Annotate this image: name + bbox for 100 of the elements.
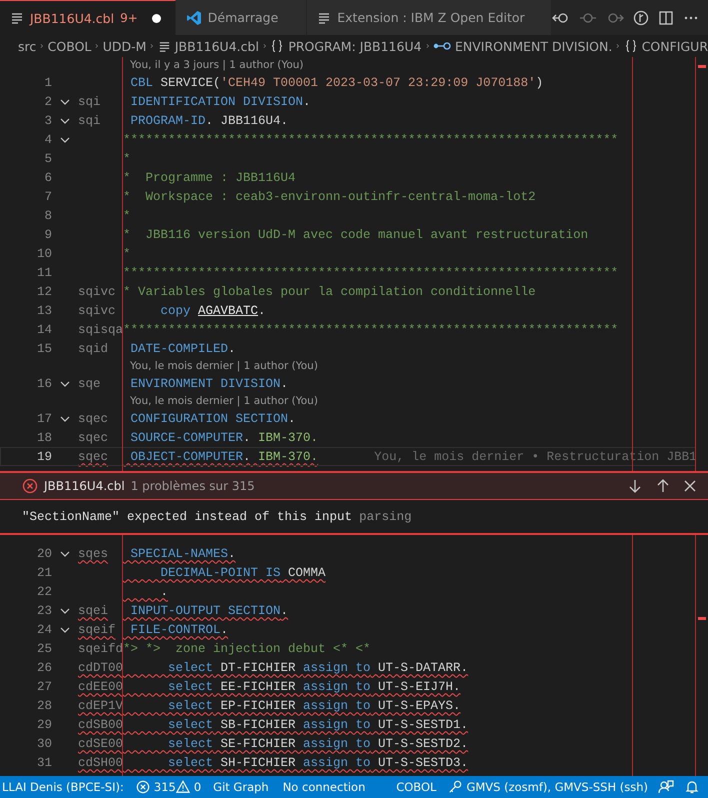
sequence-number: cdDT00 <box>78 660 123 674</box>
code-line: * <box>123 152 131 166</box>
code-line: ****************************************************************** <box>123 132 618 146</box>
line-number: 7 <box>43 190 52 204</box>
code-line: select DT-FICHIER assign to UT-S-DATARR. <box>167 660 468 674</box>
line-number: 5 <box>43 152 52 166</box>
code-line: PROGRAM-ID. JBB116U4. <box>130 114 288 128</box>
sequence-number: sqec <box>78 412 110 426</box>
problem-count: 9+ <box>120 11 138 25</box>
sequence-number: sqivc <box>78 284 117 298</box>
code-line: ****************************************************************** <box>123 266 618 280</box>
code-line: OBJECT-COMPUTER. IBM-370. <box>130 450 318 464</box>
breadcrumb-item[interactable]: PROGRAM: JBB116U4 <box>270 38 422 54</box>
code-line: SOURCE-COMPUTER. IBM-370. <box>130 430 318 444</box>
line-number: 13 <box>36 304 52 318</box>
sequence-number: sqec <box>78 450 110 464</box>
blame-codelens[interactable]: You, le mois dernier | 1 author (You) <box>130 395 318 407</box>
code-line: ****************************************************************** <box>123 322 618 336</box>
sequence-number: sqei <box>78 604 110 618</box>
code-line: . <box>160 584 168 598</box>
breadcrumb-item[interactable]: COBOL <box>48 38 92 54</box>
line-number: 26 <box>36 660 52 674</box>
line-number: 16 <box>36 376 52 390</box>
line-number: 6 <box>43 170 52 184</box>
line-number: 4 <box>43 132 52 146</box>
line-number: 12 <box>36 284 52 298</box>
code-line: FILE-CONTROL. <box>130 622 228 636</box>
line-number: 29 <box>36 718 52 732</box>
file-name: JBB116U4.cbl <box>44 479 125 493</box>
line-number: 2 <box>43 94 52 108</box>
status-item[interactable]: Git Graph <box>211 780 271 794</box>
problem-count: 1 problèmes sur 315 <box>130 479 255 493</box>
line-number: 30 <box>36 736 52 750</box>
code-line: * Variables globales pour la compilation conditionnelle <box>123 284 536 298</box>
line-number: 20 <box>36 546 52 560</box>
editor-tab[interactable]: JBB116U4.cbl 9+ <box>0 0 176 35</box>
code-line: select EE-FICHIER assign to UT-S-EIJ7H. <box>167 680 461 694</box>
line-number: 17 <box>36 412 52 426</box>
line-number: 23 <box>36 604 52 618</box>
sequence-number: sqec <box>78 430 110 444</box>
sequence-number: sqid <box>78 342 110 356</box>
code-line: ENVIRONMENT DIVISION. <box>130 376 288 390</box>
sequence-number: cdSH00 <box>78 756 123 770</box>
code-line: CONFIGURATION SECTION. <box>130 412 296 426</box>
sequence-number: sqes <box>78 546 110 560</box>
warning-count[interactable]: 0 <box>194 780 202 794</box>
line-number: 22 <box>36 584 52 598</box>
editor-tab[interactable]: Démarrage <box>176 0 308 35</box>
sequence-number: cdEE00 <box>78 680 123 694</box>
breadcrumb-item[interactable]: JBB116U4.cbl <box>158 38 259 54</box>
sequence-number: cdEP1V <box>78 698 123 712</box>
line-number: 31 <box>36 756 52 770</box>
blame-codelens[interactable]: You, il y a 3 jours | 1 author (You) <box>130 59 304 71</box>
code-line: * Programme : JBB116U4 <box>123 170 296 184</box>
line-number: 25 <box>36 642 52 656</box>
code-line: select SH-FICHIER assign to UT-S-SESTD3. <box>167 756 468 770</box>
line-number: 11 <box>36 266 52 280</box>
sequence-number: sqeifd <box>78 642 123 656</box>
line-number: 15 <box>36 342 52 356</box>
breadcrumb-item[interactable]: UDD-M <box>102 38 146 54</box>
code-line: copy AGAVBATC. <box>160 304 266 318</box>
line-number: 3 <box>43 114 52 128</box>
status-item[interactable]: LLAI Denis (BPCE-SI): <box>0 780 126 794</box>
error-message: "SectionName" expected instead of this input <box>22 510 352 524</box>
sequence-number: sqivc <box>78 304 117 318</box>
code-line: * JBB116 version UdD-M avec code manuel avant restructuration <box>123 228 588 242</box>
editor-tab[interactable]: Extension : IBM Z Open Editor <box>307 0 552 35</box>
sequence-number: sqe <box>78 376 102 390</box>
sequence-number: sqeif <box>78 622 117 636</box>
code-line: SPECIAL-NAMES. <box>130 546 236 560</box>
code-line: * Workspace : ceab3-environn-outinfr-central-moma-lot2 <box>123 190 536 204</box>
code-line: select EP-FICHIER assign to UT-S-EPAYS. <box>167 698 461 712</box>
line-number: 19 <box>36 450 52 464</box>
sequence-number: sqi <box>78 114 102 128</box>
line-number: 10 <box>36 246 52 260</box>
breadcrumb-item[interactable]: ENVIRONMENT DIVISION. <box>432 38 612 54</box>
breadcrumb-item[interactable]: CONFIGUR <box>624 38 708 54</box>
code-line: DECIMAL-POINT IS COMMA <box>160 566 326 580</box>
status-item[interactable]: COBOL <box>394 780 438 794</box>
blame-codelens[interactable]: You, le mois dernier | 1 author (You) <box>130 360 318 372</box>
line-number: 18 <box>36 430 52 444</box>
code-line: IDENTIFICATION DIVISION. <box>130 94 311 108</box>
code-line: * <box>123 208 131 222</box>
line-number: 21 <box>36 566 52 580</box>
remote-connection[interactable]: GMVS (zosmf), GMVS-SSH (ssh) <box>466 780 648 794</box>
line-number: 27 <box>36 680 52 694</box>
sequence-number: sqi <box>78 94 102 108</box>
status-item[interactable]: No connection <box>280 780 368 794</box>
line-number: 24 <box>36 622 52 636</box>
error-count[interactable]: 315 <box>154 780 176 794</box>
code-line: *> *> zone injection debut <* <* <box>123 642 371 656</box>
code-line: DATE-COMPILED. <box>130 342 236 356</box>
line-number: 1 <box>43 76 52 90</box>
line-number: 28 <box>36 698 52 712</box>
line-number: 9 <box>43 228 52 242</box>
sequence-number: cdSE00 <box>78 736 123 750</box>
code-line: select SB-FICHIER assign to UT-S-SESTD1. <box>167 718 468 732</box>
sequence-number: cdSB00 <box>78 718 123 732</box>
line-number: 8 <box>43 208 52 222</box>
breadcrumb-item[interactable]: src <box>18 38 36 54</box>
